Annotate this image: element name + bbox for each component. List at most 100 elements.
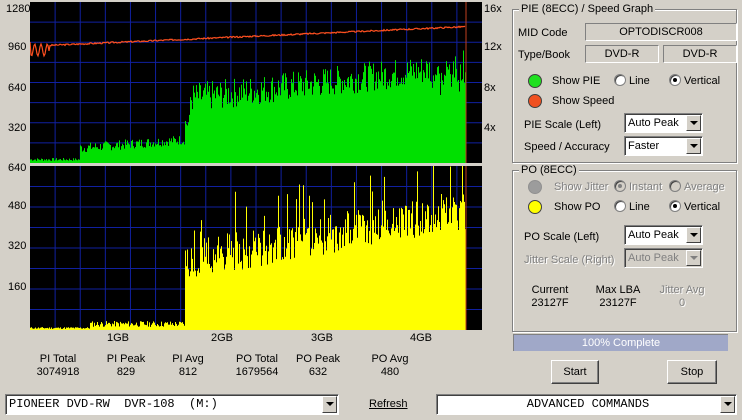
po-scale-select[interactable]: Auto Peak — [624, 225, 703, 245]
jitter-average-label: Average — [684, 181, 725, 193]
po-color-swatch[interactable] — [528, 200, 542, 214]
pie-vertical-label[interactable]: Vertical — [684, 75, 720, 87]
jitter-avg: Jitter Avg 0 — [652, 284, 712, 310]
jitter-avg-value: 0 — [678, 297, 686, 309]
jitter-average-radio — [669, 180, 681, 192]
show-po-label[interactable]: Show PO — [554, 201, 600, 213]
speed-accuracy-label: Speed / Accuracy — [524, 141, 610, 153]
chevron-down-icon[interactable] — [686, 138, 701, 154]
speed-tick-4x: 4x — [484, 122, 496, 134]
mid-code-label: MID Code — [518, 27, 568, 39]
jitter-scale-value: Auto Peak — [628, 252, 679, 264]
speed-tick-16x: 16x — [484, 3, 502, 15]
xtick-1gb: 1GB — [107, 332, 130, 344]
chevron-down-icon[interactable] — [720, 396, 735, 413]
pie-scale-select[interactable]: Auto Peak — [624, 113, 703, 133]
advanced-commands-value: ADVANCED COMMANDS — [526, 397, 650, 411]
stat-label: PO Total — [236, 353, 278, 365]
pie-graph-canvas — [30, 2, 482, 163]
po-ytick-160: 160 — [8, 281, 27, 293]
po-group-title: PO (8ECC) — [519, 164, 579, 176]
pie-color-swatch[interactable] — [528, 74, 542, 88]
jitter-color-swatch — [528, 180, 542, 194]
show-pie-label[interactable]: Show PIE — [552, 75, 600, 87]
pie-graph — [30, 2, 482, 163]
current-label: Current — [531, 284, 569, 296]
show-speed-label[interactable]: Show Speed — [552, 95, 614, 107]
speed-accuracy-value: Faster — [628, 140, 660, 152]
pie-vertical-radio[interactable] — [669, 74, 681, 86]
pie-ytick-640: 640 — [8, 82, 27, 94]
speed-color-swatch[interactable] — [528, 94, 542, 108]
pie-ytick-960: 960 — [8, 41, 27, 53]
stat-value: 3074918 — [36, 366, 80, 378]
progress-text: 100% Complete — [581, 337, 661, 349]
advanced-commands-select[interactable]: ADVANCED COMMANDS — [436, 394, 737, 415]
jitter-scale-label: Jitter Scale (Right) — [524, 254, 615, 266]
drive-select-value: PIONEER DVD-RW DVR-108 (M:) — [9, 397, 218, 411]
stat-value: 1679564 — [235, 366, 279, 378]
max-lba-value: 23127F — [599, 297, 637, 309]
stat-value: 812 — [178, 366, 198, 378]
po-graph-canvas — [30, 166, 482, 330]
stat-pi-avg: PI Avg 812 — [158, 353, 218, 379]
stat-label: PI Peak — [106, 353, 146, 365]
stat-pi-total: PI Total 3074918 — [28, 353, 88, 379]
progress-bar: 100% Complete — [513, 334, 728, 351]
po-line-label[interactable]: Line — [629, 201, 650, 213]
pie-speed-group-title: PIE (8ECC) / Speed Graph — [519, 3, 656, 15]
drive-select[interactable]: PIONEER DVD-RW DVR-108 (M:) — [5, 394, 339, 415]
pie-ytick-640b: 640 — [8, 162, 27, 174]
stop-button[interactable]: Stop — [667, 360, 717, 384]
stat-po-avg: PO Avg 480 — [360, 353, 420, 379]
current-value: 23127F — [531, 297, 569, 309]
chevron-down-icon[interactable] — [686, 227, 701, 243]
start-button-label: Start — [563, 366, 587, 378]
pie-line-label[interactable]: Line — [629, 75, 650, 87]
po-vertical-label[interactable]: Vertical — [684, 201, 720, 213]
po-scale-value: Auto Peak — [628, 229, 679, 241]
speed-accuracy-select[interactable]: Faster — [624, 136, 703, 156]
stat-value: 829 — [116, 366, 136, 378]
current-lba: Current 23127F — [520, 284, 580, 310]
pie-ytick-320: 320 — [8, 122, 27, 134]
refresh-link[interactable]: Refresh — [369, 398, 408, 410]
speed-curve — [30, 25, 466, 58]
pie-scale-label: PIE Scale (Left) — [524, 119, 602, 131]
chevron-down-icon — [686, 250, 701, 266]
speed-tick-8x: 8x — [484, 82, 496, 94]
po-scale-label: PO Scale (Left) — [524, 231, 600, 243]
show-jitter-label: Show Jitter — [554, 181, 609, 193]
po-ytick-480: 480 — [8, 200, 27, 212]
po-vertical-radio[interactable] — [669, 200, 681, 212]
stat-value: 480 — [380, 366, 400, 378]
xtick-2gb: 2GB — [211, 332, 234, 344]
max-lba: Max LBA 23127F — [586, 284, 650, 310]
po-line-radio[interactable] — [614, 200, 626, 212]
stat-po-total: PO Total 1679564 — [224, 353, 290, 379]
stat-label: PI Total — [39, 353, 77, 365]
type-book-label: Type/Book — [518, 49, 570, 61]
stat-label: PO Peak — [295, 353, 341, 365]
stop-button-label: Stop — [680, 366, 704, 378]
chevron-down-icon[interactable] — [322, 396, 337, 413]
xtick-3gb: 3GB — [311, 332, 334, 344]
jitter-instant-radio — [614, 180, 626, 192]
error-bars — [30, 50, 466, 163]
stat-pi-peak: PI Peak 829 — [96, 353, 156, 379]
pie-line-radio[interactable] — [614, 74, 626, 86]
pie-ytick-1280: 1280 — [6, 3, 31, 15]
po-ytick-320: 320 — [8, 240, 27, 252]
stat-value: 632 — [308, 366, 328, 378]
max-lba-label: Max LBA — [595, 284, 641, 296]
start-button[interactable]: Start — [551, 360, 599, 384]
type-value: DVD-R — [585, 45, 659, 63]
jitter-scale-select: Auto Peak — [624, 248, 703, 268]
chevron-down-icon[interactable] — [686, 115, 701, 131]
jitter-instant-label: Instant — [629, 181, 663, 193]
stat-po-peak: PO Peak 632 — [288, 353, 348, 379]
book-value: DVD-R — [663, 45, 737, 63]
speed-tick-12x: 12x — [484, 41, 502, 53]
mid-code-value: OPTODISCR008 — [585, 23, 737, 41]
stat-label: PO Avg — [371, 353, 409, 365]
